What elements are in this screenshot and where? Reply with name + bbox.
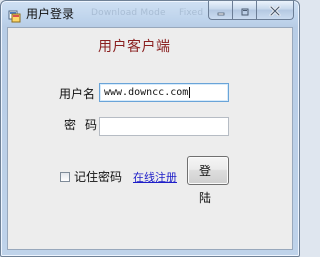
close-icon	[269, 1, 281, 20]
register-link[interactable]: 在线注册	[133, 171, 177, 185]
username-label: 用户名	[59, 87, 96, 101]
username-input[interactable]: www.downcc.com	[99, 83, 229, 102]
form-client-area	[7, 27, 293, 250]
background-title-text: Fixed	[179, 8, 204, 18]
background-title-text: Download Mode	[91, 8, 166, 18]
close-button[interactable]	[256, 1, 294, 20]
minimize-button[interactable]	[208, 1, 232, 20]
remember-password-checkbox[interactable]	[60, 172, 70, 182]
app-heading: 用户客户端	[98, 39, 171, 55]
login-button[interactable]: 登陆	[187, 156, 229, 205]
app-icon[interactable]	[8, 8, 22, 23]
maximize-icon	[240, 1, 250, 20]
password-input[interactable]	[99, 117, 229, 136]
title-bar[interactable]: 用户登录 Download Mode Fixed	[1, 1, 299, 27]
text-caret	[189, 86, 191, 98]
maximize-button[interactable]	[232, 1, 256, 20]
login-window: 用户登录 Download Mode Fixed 用户客户端 用户名 www.d…	[0, 0, 300, 257]
window-controls	[208, 1, 294, 20]
remember-password-label[interactable]: 记住密码	[74, 169, 122, 185]
username-value: www.downcc.com	[104, 87, 189, 98]
window-title: 用户登录	[26, 7, 75, 21]
minimize-icon	[216, 1, 226, 20]
